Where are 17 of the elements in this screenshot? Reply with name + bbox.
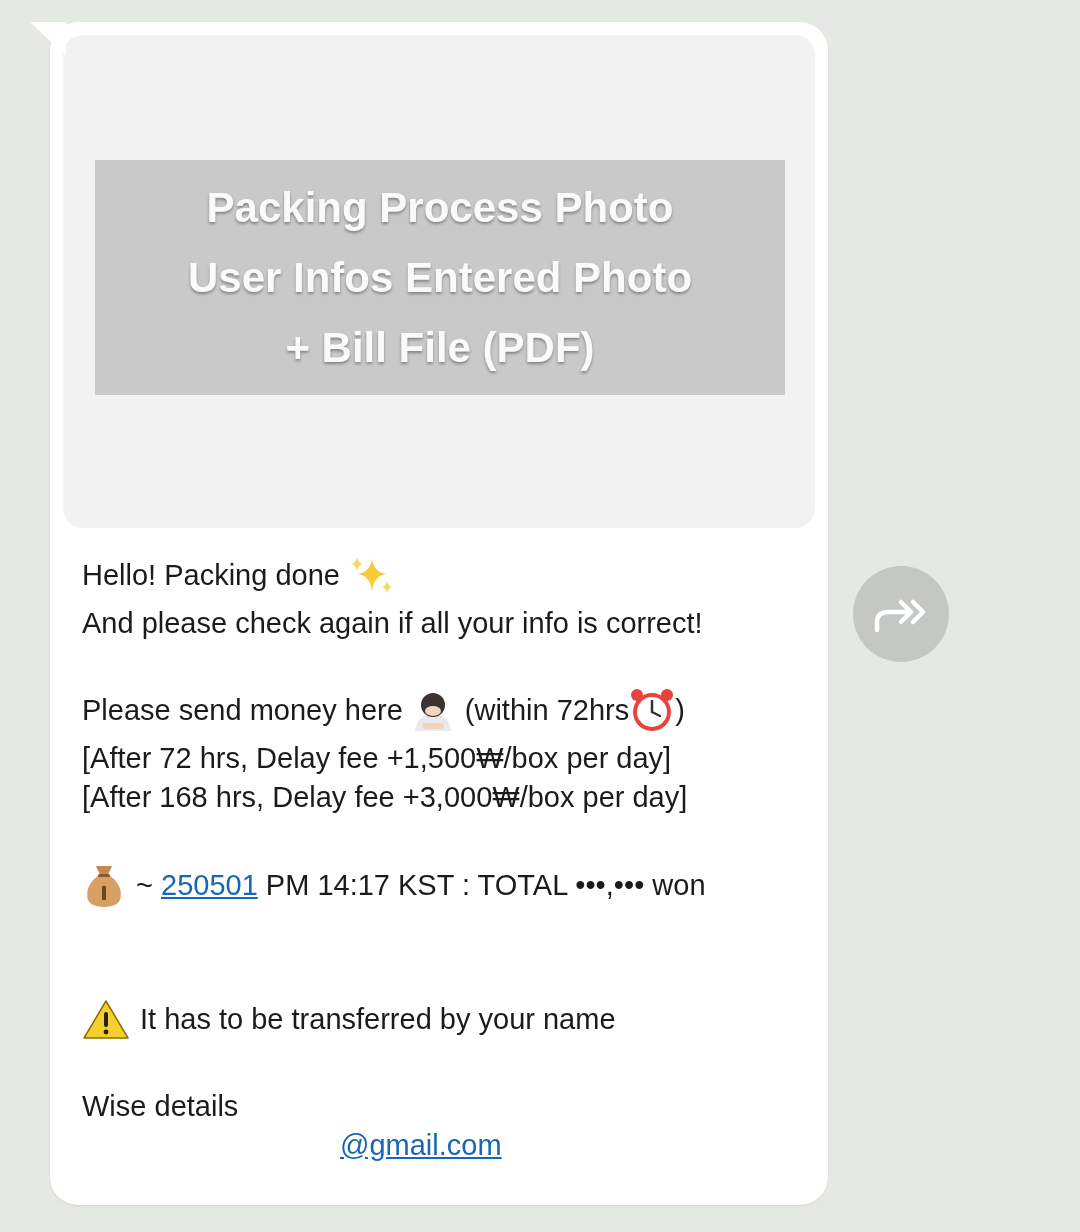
warning-icon (82, 998, 130, 1040)
deadline-text: ~ 250501 PM 14:17 KST : TOTAL •••,••• won (136, 868, 706, 902)
message-text: Hello! Packing done (82, 558, 340, 592)
message-text: And please check again if all your info is correct! (82, 606, 703, 640)
message-text: ) (675, 693, 685, 727)
warning-text: It has to be transferred by your name (140, 1002, 616, 1036)
fee-text: [After 72 hrs, Delay fee +1,500₩/box per day] (82, 741, 672, 775)
banner-text: Packing Process Photo (206, 182, 674, 233)
banner-text: User Infos Entered Photo (187, 252, 693, 303)
message-text: Please send money here (82, 693, 403, 727)
email-link[interactable]: @gmail.com (340, 1128, 502, 1162)
alarm-clock-icon (629, 687, 676, 733)
message-text: Wise details (82, 1089, 239, 1123)
banner-text: + Bill File (PDF) (285, 322, 595, 373)
date-link[interactable]: 250501 (161, 868, 258, 901)
fee-text: [After 168 hrs, Delay fee +3,000₩/box per day] (82, 780, 688, 814)
message-text: (within 72hrs (464, 693, 630, 727)
